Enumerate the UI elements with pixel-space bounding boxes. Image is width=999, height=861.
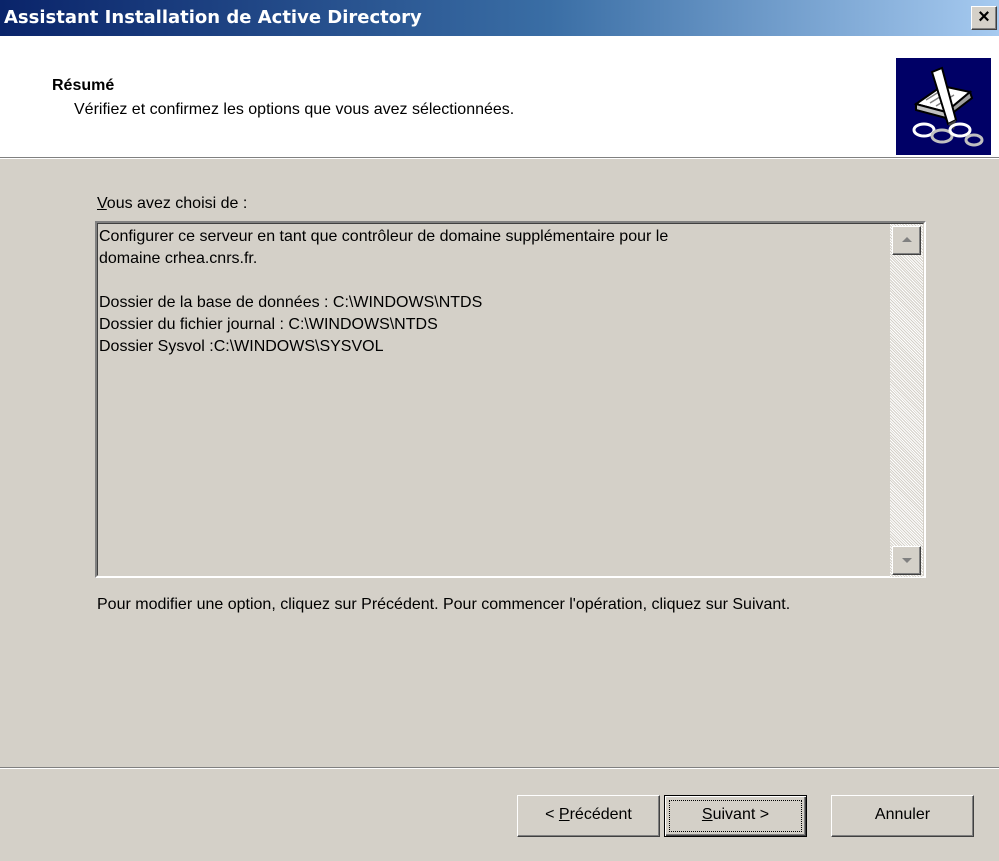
close-button[interactable]: × (971, 6, 997, 30)
arrow-down-icon (902, 558, 912, 563)
wizard-book-icon (896, 58, 991, 155)
cancel-button[interactable]: Annuler (831, 795, 974, 837)
back-button-access-key: P (558, 806, 570, 823)
page-subtitle: Vérifiez et confirmez les options que vo… (74, 101, 515, 118)
summary-label-text: ous avez choisi de : (106, 195, 248, 212)
instruction-text: Pour modifier une option, cliquez sur Pr… (97, 596, 791, 613)
summary-textbox[interactable]: Configurer ce serveur en tant que contrô… (95, 221, 926, 578)
header-divider-highlight (0, 158, 999, 159)
wizard-header (0, 36, 999, 159)
close-icon: × (978, 6, 990, 28)
focus-rectangle (669, 800, 802, 832)
window-title: Assistant Installation de Active Directo… (4, 7, 422, 28)
summary-text[interactable]: Configurer ce serveur en tant que contrô… (99, 226, 884, 358)
scroll-down-button[interactable] (892, 546, 921, 575)
summary-label: Vous avez choisi de : (97, 193, 247, 215)
vertical-scrollbar[interactable] (890, 224, 923, 577)
next-button[interactable]: Suivant > (664, 795, 807, 837)
arrow-up-icon (902, 237, 912, 242)
page-title: Résumé (52, 77, 115, 94)
back-button-prefix: < (545, 806, 559, 823)
summary-textbox-inner: Configurer ce serveur en tant que contrô… (97, 223, 924, 577)
scroll-up-button[interactable] (892, 226, 921, 255)
summary-label-access-key: V (97, 195, 107, 212)
back-button[interactable]: < Précédent (517, 795, 660, 837)
footer-divider-highlight (0, 768, 999, 769)
back-button-label: récédent (569, 806, 632, 823)
wizard-window: Assistant Installation de Active Directo… (0, 0, 999, 861)
title-bar[interactable]: Assistant Installation de Active Directo… (0, 0, 999, 36)
